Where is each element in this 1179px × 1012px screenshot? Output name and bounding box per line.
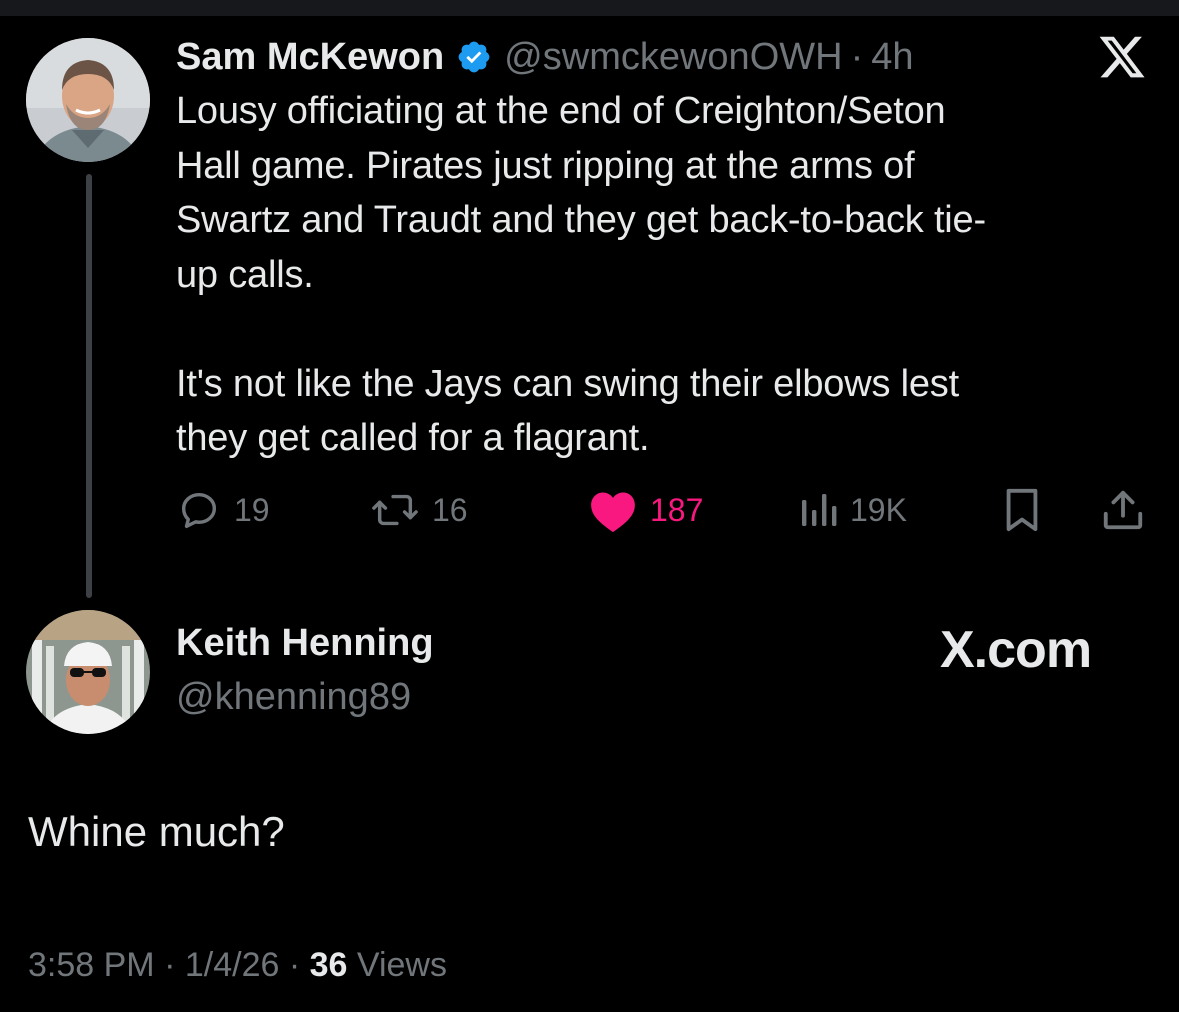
repost-icon	[370, 487, 420, 533]
quoted-tweet-time[interactable]: 4h	[871, 36, 913, 79]
sam-mckewon-avatar[interactable]	[26, 38, 150, 162]
repost-count: 16	[432, 491, 468, 528]
reply-icon	[176, 487, 222, 533]
x-com-watermark: X.com	[940, 621, 1092, 679]
verified-badge-icon	[456, 39, 492, 75]
views-icon	[798, 490, 838, 530]
repost-action[interactable]: 16	[370, 482, 468, 538]
quoted-tweet-header: Sam McKewon @swmckewonOWH · 4h	[176, 30, 914, 84]
quoted-tweet-text: Lousy officiating at the end of Creighto…	[176, 90, 986, 459]
x-logo-icon	[1096, 32, 1148, 82]
reply-author-handle[interactable]: @khenning89	[176, 676, 411, 719]
bookmark-action[interactable]	[1002, 482, 1042, 538]
bookmark-icon	[1002, 487, 1042, 533]
reply-views-count[interactable]: 36	[310, 946, 348, 984]
views-action[interactable]: 19K	[798, 482, 907, 538]
reply-author-name[interactable]: Keith Henning	[176, 622, 434, 665]
views-count: 19K	[850, 491, 907, 528]
top-strip	[0, 0, 1179, 16]
tweet-action-bar: 19 16 187 19K	[176, 482, 1156, 538]
share-icon	[1100, 487, 1146, 533]
reply-metadata: 3:58 PM · 1/4/26 · 36 Views	[28, 946, 447, 985]
reply-action[interactable]: 19	[176, 482, 270, 538]
keith-henning-avatar[interactable]	[26, 610, 150, 734]
reply-text: Whine much?	[28, 808, 285, 855]
reply-count: 19	[234, 491, 270, 528]
meta-separator: ·	[164, 946, 176, 984]
reply-views-label: Views	[356, 946, 447, 984]
like-count: 187	[650, 491, 704, 528]
thread-connector-line	[86, 174, 92, 598]
quoted-author-handle[interactable]: @swmckewonOWH	[504, 36, 842, 79]
like-icon	[588, 487, 638, 533]
meta-separator: ·	[288, 946, 301, 984]
like-action[interactable]: 187	[588, 482, 703, 538]
quoted-author-name[interactable]: Sam McKewon	[176, 36, 444, 79]
header-separator: ·	[850, 35, 864, 78]
reply-date[interactable]: 1/4/26	[185, 946, 280, 984]
reply-time[interactable]: 3:58 PM	[28, 946, 155, 984]
share-action[interactable]	[1100, 482, 1146, 538]
